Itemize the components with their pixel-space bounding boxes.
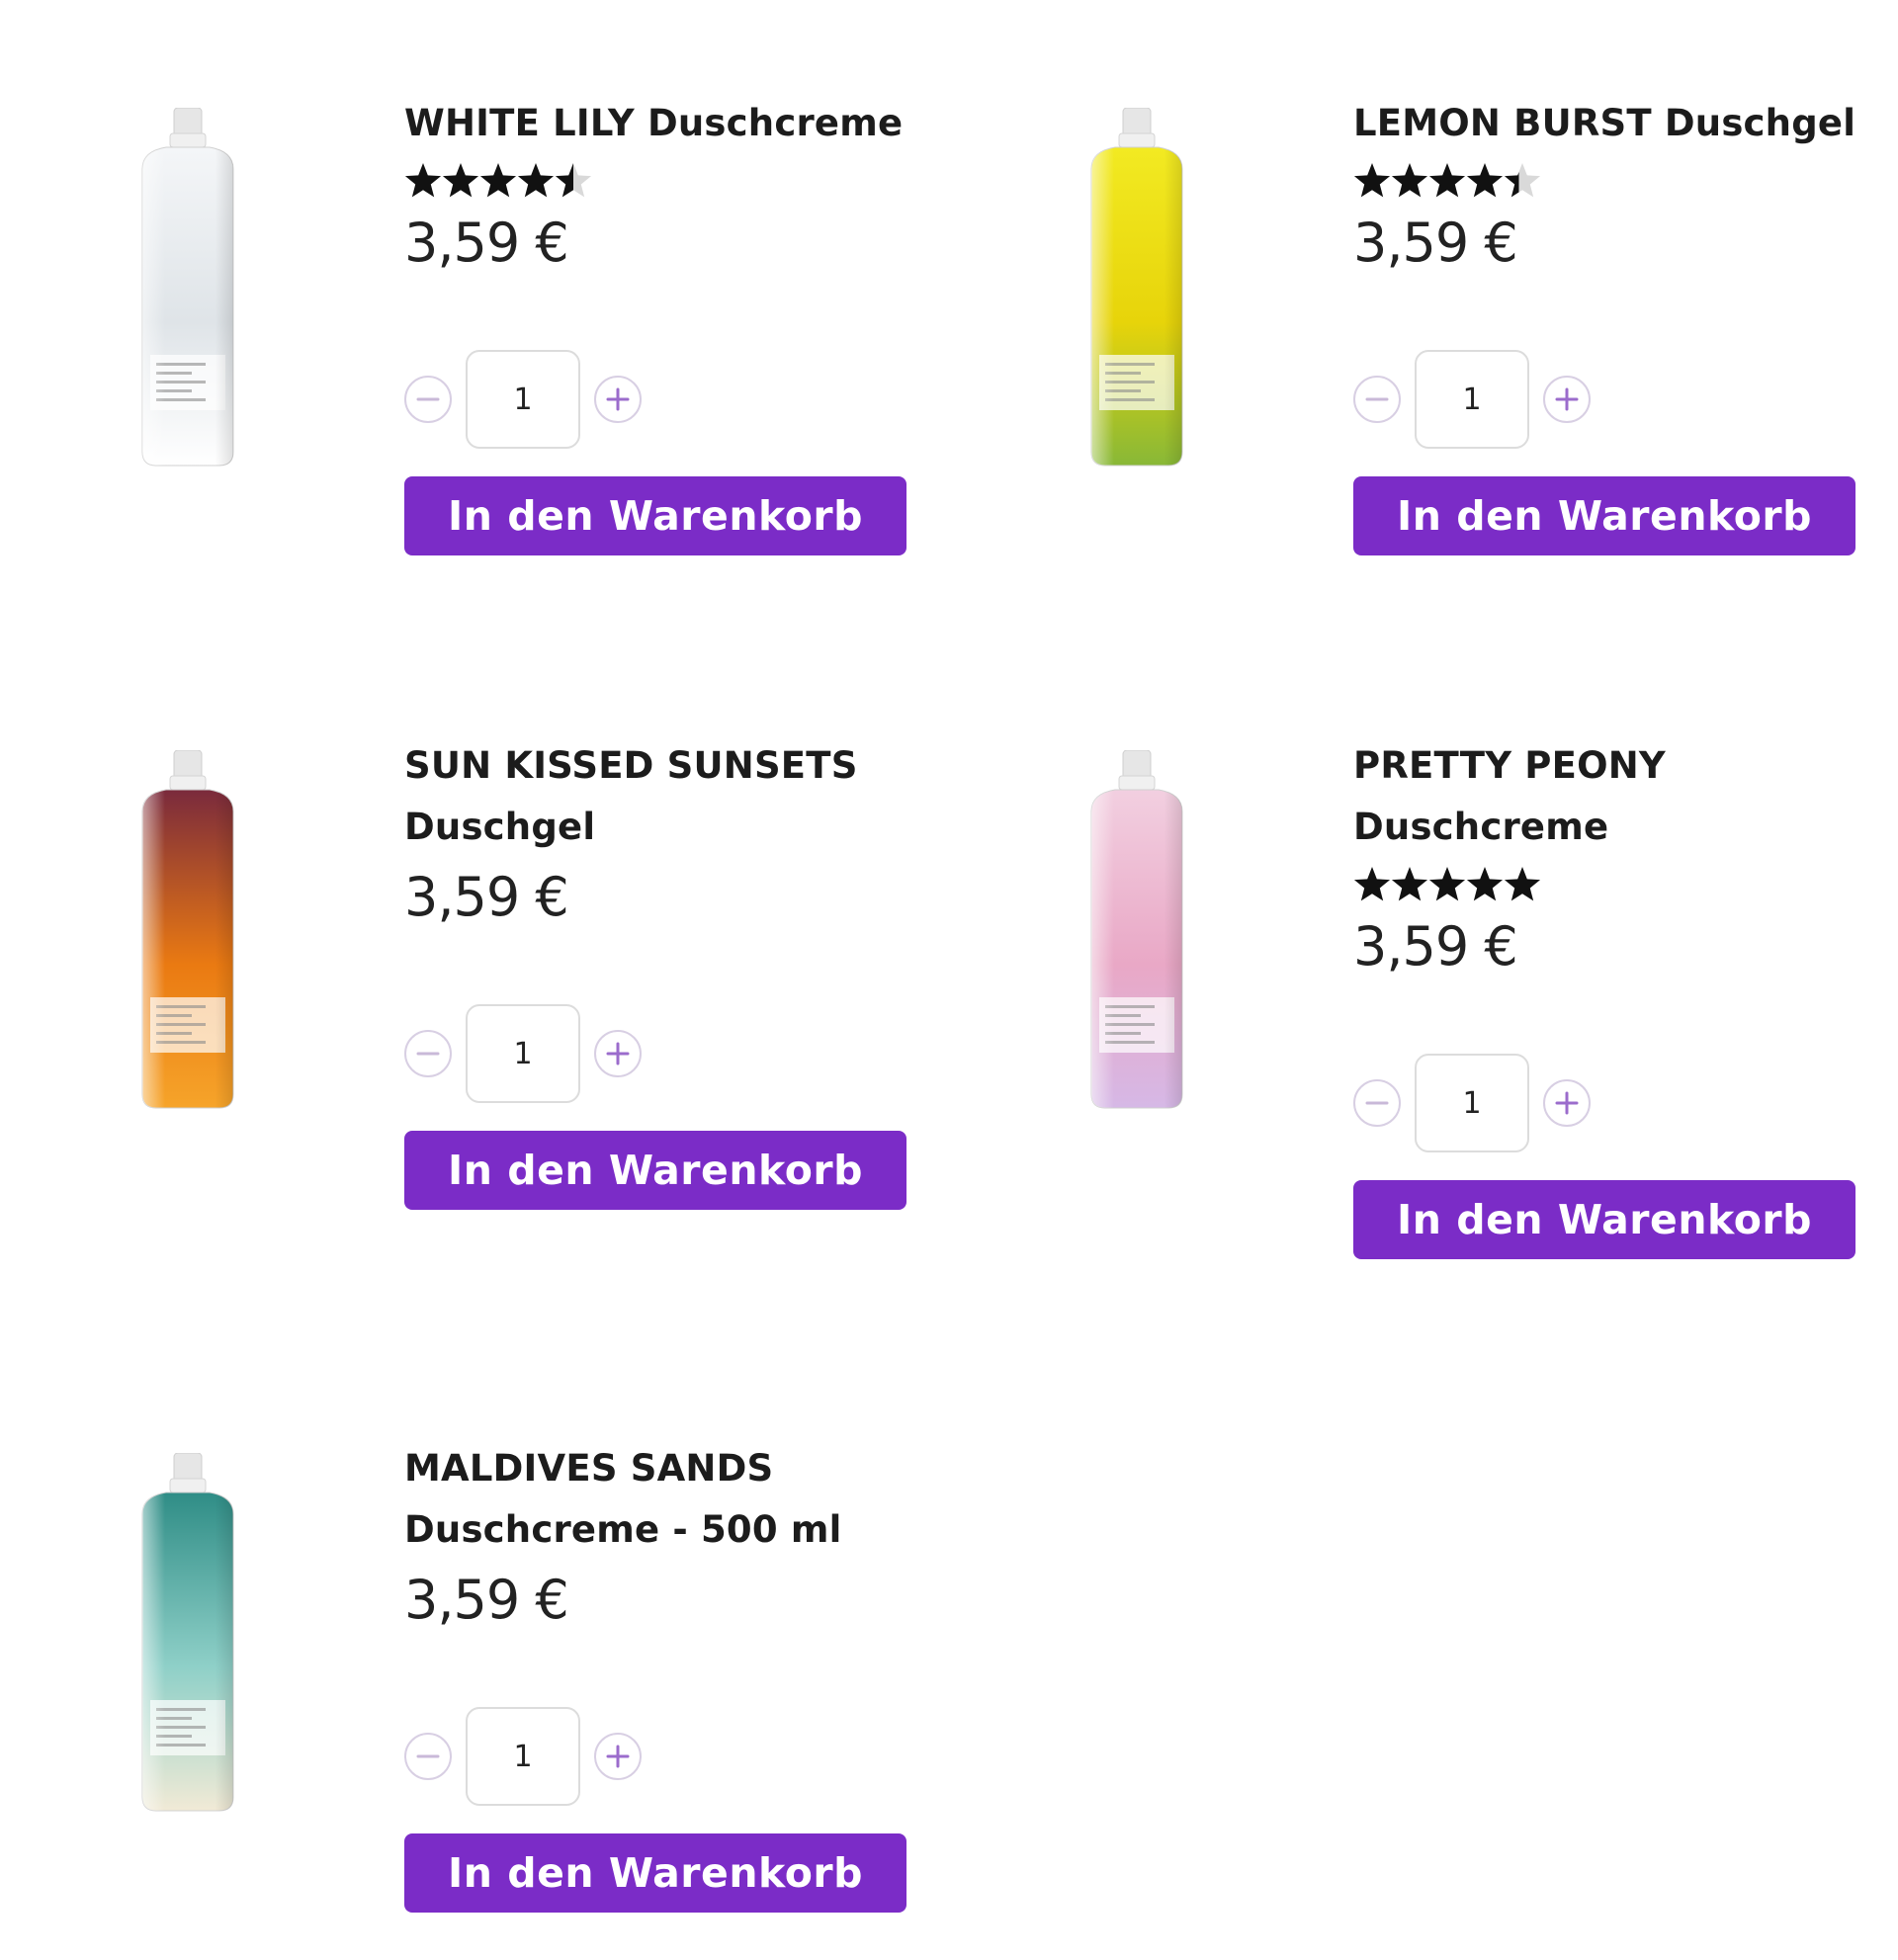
star-icon	[1353, 163, 1391, 198]
product-name[interactable]: MALDIVES SANDS Duschcreme - 500 ml	[404, 1438, 918, 1561]
minus-icon	[416, 1052, 440, 1056]
plus-icon	[1555, 387, 1579, 411]
product-info: MALDIVES SANDS Duschcreme - 500 ml 3,59 €…	[404, 1438, 938, 1913]
decrease-quantity-button[interactable]	[404, 1030, 452, 1077]
increase-quantity-button[interactable]	[594, 1733, 642, 1780]
product-info: PRETTY PEONY Duschcreme 3,59 € In den Ware…	[1353, 735, 1887, 1259]
star-icon	[1428, 867, 1466, 901]
star-rating	[1353, 160, 1887, 204]
star-icon	[1504, 163, 1541, 198]
plus-icon	[606, 387, 630, 411]
star-rating-icon	[1353, 867, 1541, 901]
star-icon	[479, 163, 517, 198]
product-image[interactable]	[136, 1453, 239, 1813]
quantity-input[interactable]	[1415, 1054, 1529, 1152]
star-rating-icon	[1353, 163, 1541, 198]
quantity-input[interactable]	[1415, 350, 1529, 449]
star-icon	[1428, 163, 1466, 198]
minus-icon	[416, 1754, 440, 1758]
product-name[interactable]: SUN KISSED SUNSETS Duschgel	[404, 735, 918, 858]
star-rating	[1353, 864, 1887, 907]
quantity-stepper	[404, 350, 642, 449]
decrease-quantity-button[interactable]	[404, 376, 452, 423]
product-name[interactable]: PRETTY PEONY Duschcreme	[1353, 735, 1867, 858]
increase-quantity-button[interactable]	[1543, 1079, 1591, 1127]
quantity-input[interactable]	[466, 1707, 580, 1806]
plus-icon	[606, 1042, 630, 1065]
add-to-cart-button[interactable]: In den Warenkorb	[404, 1833, 906, 1913]
quantity-input[interactable]	[466, 1004, 580, 1103]
product-info: LEMON BURST Duschgel 3,59 € In den Warenko…	[1353, 93, 1887, 555]
star-icon	[442, 163, 479, 198]
add-to-cart-button[interactable]: In den Warenkorb	[404, 1131, 906, 1210]
product-price: 3,59 €	[404, 212, 569, 274]
product-price: 3,59 €	[1353, 915, 1518, 978]
star-rating-icon	[404, 163, 592, 198]
star-icon	[555, 163, 592, 198]
quantity-stepper	[1353, 350, 1591, 449]
product-price: 3,59 €	[404, 1569, 569, 1631]
decrease-quantity-button[interactable]	[1353, 376, 1401, 423]
product-name[interactable]: WHITE LILY Duschcreme	[404, 93, 938, 154]
product-image[interactable]	[136, 108, 239, 468]
product-price: 3,59 €	[1353, 212, 1518, 274]
quantity-stepper	[404, 1707, 642, 1806]
star-icon	[1466, 163, 1504, 198]
star-icon	[517, 163, 555, 198]
add-to-cart-button[interactable]: In den Warenkorb	[1353, 476, 1855, 555]
product-card: MALDIVES SANDS Duschcreme - 500 ml 3,59 €…	[0, 1379, 919, 1952]
quantity-stepper	[404, 1004, 642, 1103]
product-name[interactable]: LEMON BURST Duschgel	[1353, 93, 1887, 154]
product-card: LEMON BURST Duschgel3,59 €In den Warenko…	[949, 34, 1868, 607]
star-rating	[404, 160, 938, 204]
product-card: PRETTY PEONY Duschcreme 3,59 € In den Ware…	[949, 676, 1868, 1259]
star-icon	[1391, 867, 1428, 901]
decrease-quantity-button[interactable]	[1353, 1079, 1401, 1127]
product-price: 3,59 €	[404, 866, 569, 928]
product-card: WHITE LILY Duschcreme3,59 €In den Warenk…	[0, 34, 919, 607]
increase-quantity-button[interactable]	[594, 1030, 642, 1077]
product-card: SUN KISSED SUNSETS Duschgel 3,59 € In den …	[0, 676, 919, 1249]
plus-icon	[606, 1745, 630, 1768]
quantity-stepper	[1353, 1054, 1591, 1152]
star-icon	[1504, 867, 1541, 901]
decrease-quantity-button[interactable]	[404, 1733, 452, 1780]
star-icon	[404, 163, 442, 198]
minus-icon	[1365, 1101, 1389, 1105]
product-image[interactable]	[1085, 108, 1188, 468]
product-image[interactable]	[1085, 750, 1188, 1110]
star-icon	[1466, 867, 1504, 901]
product-info: SUN KISSED SUNSETS Duschgel 3,59 € In den …	[404, 735, 938, 1210]
add-to-cart-button[interactable]: In den Warenkorb	[404, 476, 906, 555]
quantity-input[interactable]	[466, 350, 580, 449]
plus-icon	[1555, 1091, 1579, 1115]
product-image[interactable]	[136, 750, 239, 1110]
star-icon	[1391, 163, 1428, 198]
increase-quantity-button[interactable]	[594, 376, 642, 423]
add-to-cart-button[interactable]: In den Warenkorb	[1353, 1180, 1855, 1259]
product-info: WHITE LILY Duschcreme 3,59 € In den Warenk…	[404, 93, 938, 555]
star-icon	[1353, 867, 1391, 901]
minus-icon	[416, 397, 440, 401]
increase-quantity-button[interactable]	[1543, 376, 1591, 423]
minus-icon	[1365, 397, 1389, 401]
